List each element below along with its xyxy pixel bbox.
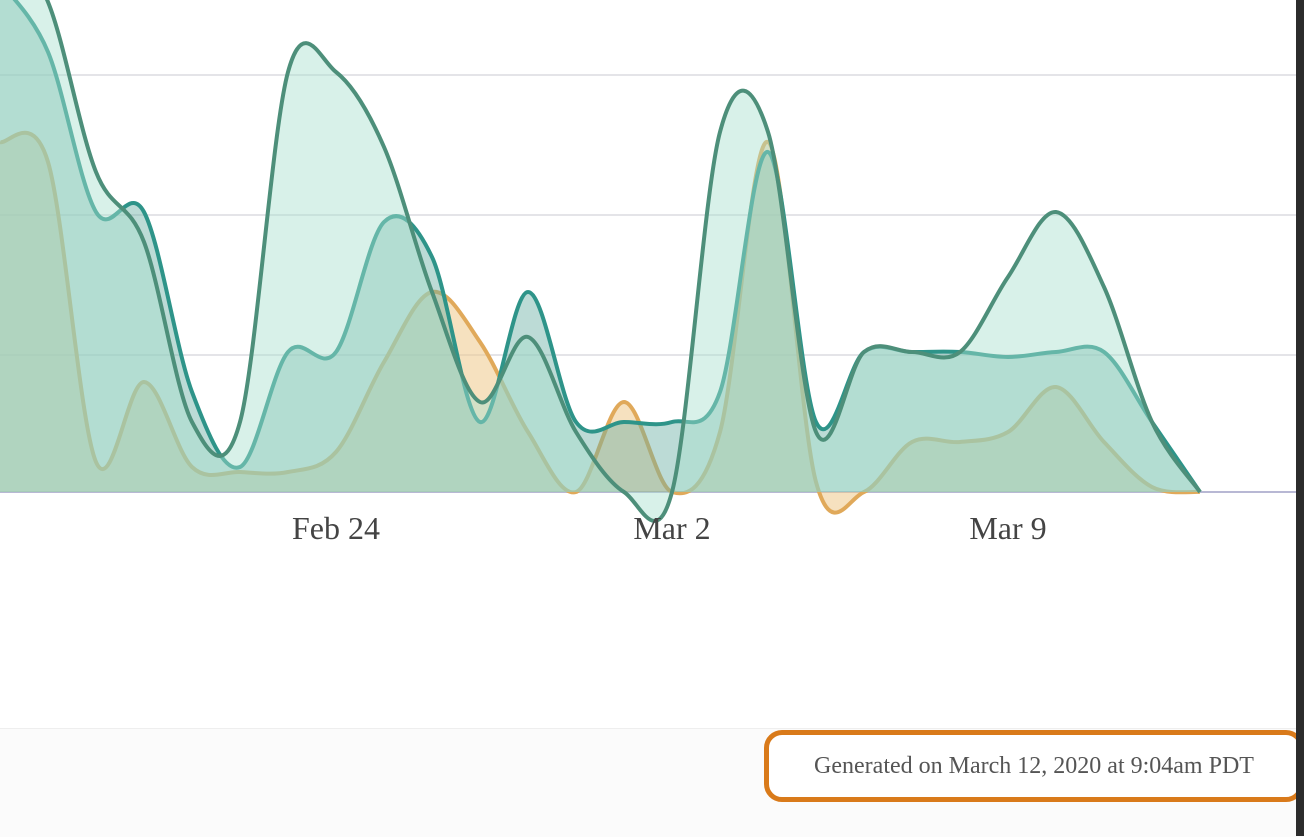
right-frame-edge xyxy=(1296,0,1304,836)
x-tick-label: Mar 9 xyxy=(969,510,1046,547)
x-tick-label: Mar 2 xyxy=(633,510,710,547)
generated-timestamp-text: Generated on March 12, 2020 at 9:04am PD… xyxy=(814,753,1254,780)
x-axis-labels: Feb 24 Mar 2 Mar 9 xyxy=(0,510,1304,560)
x-tick-label: Feb 24 xyxy=(292,510,380,547)
area-chart: Feb 24 Mar 2 Mar 9 xyxy=(0,0,1304,570)
generated-timestamp-callout: Generated on March 12, 2020 at 9:04am PD… xyxy=(764,730,1304,802)
chart-svg xyxy=(0,0,1304,570)
